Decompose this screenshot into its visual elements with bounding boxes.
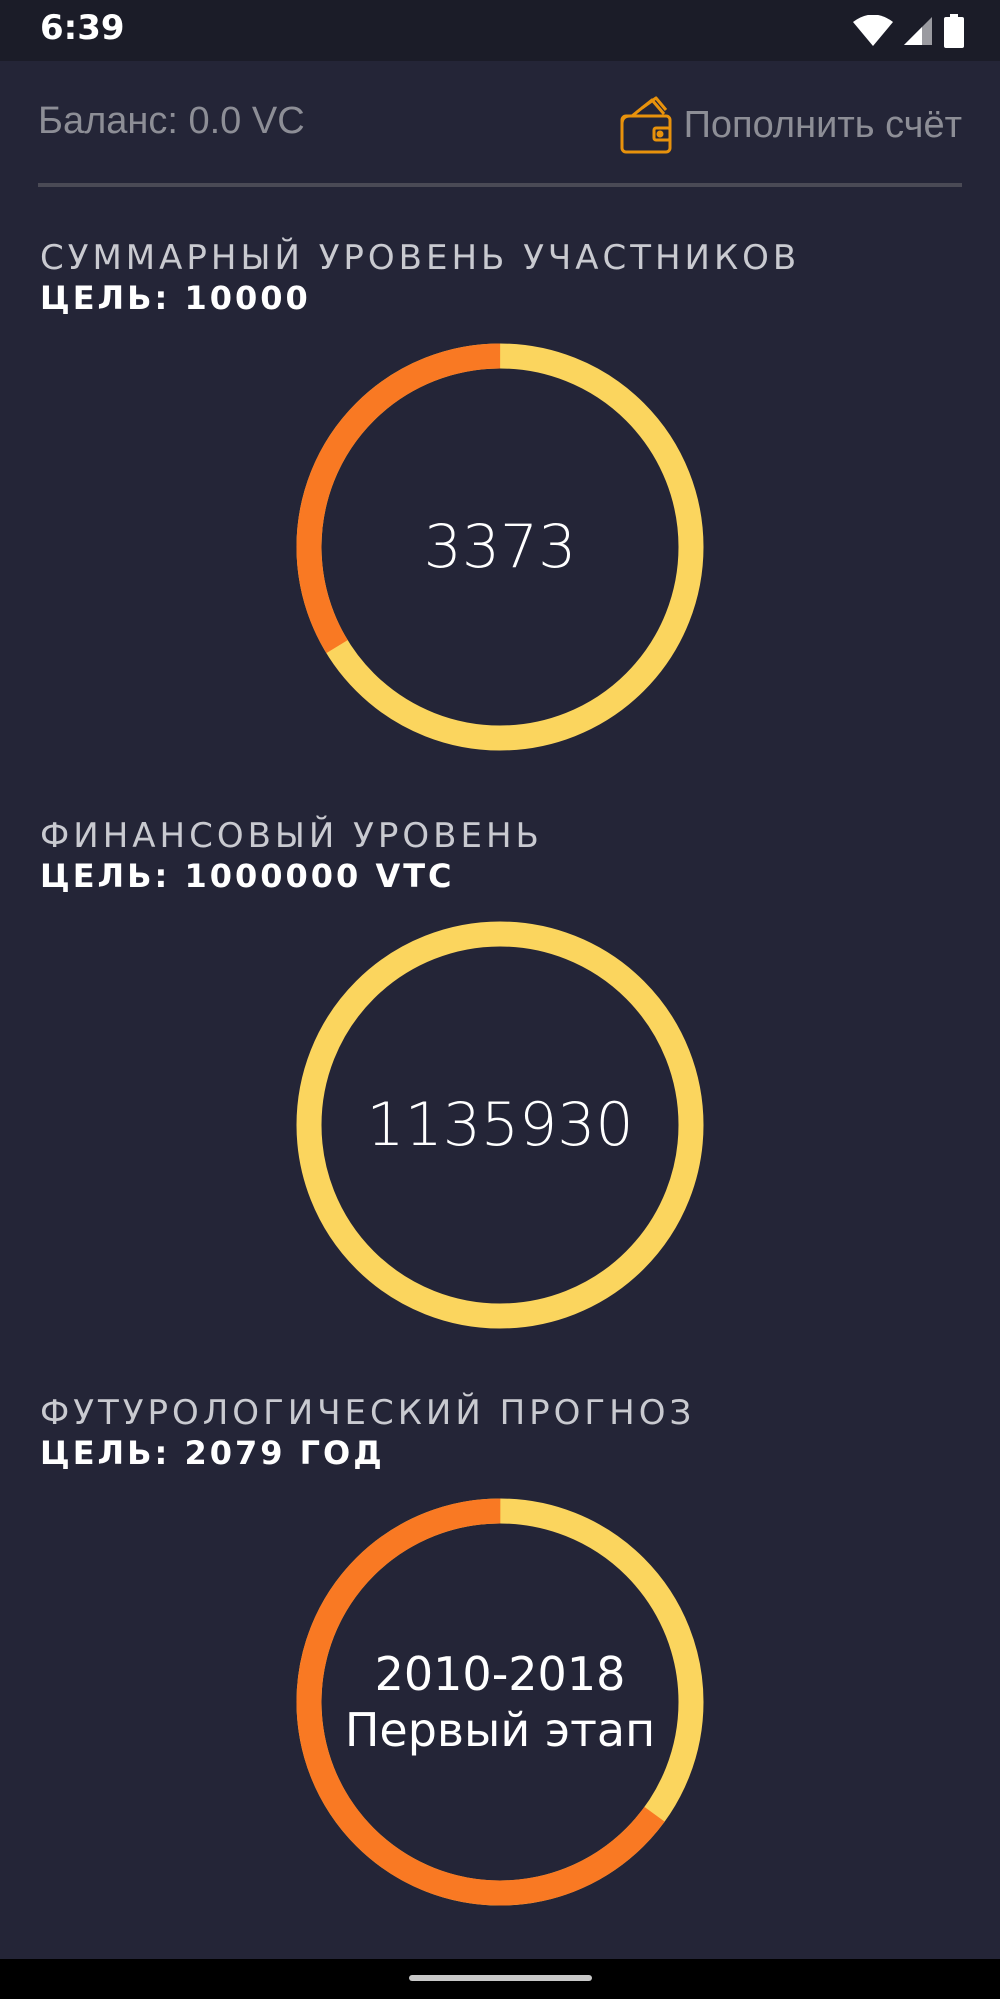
balance-label: Баланс: 0.0 VC bbox=[38, 100, 305, 142]
section-title: ФИНАНСОВЫЙ УРОВЕНЬ bbox=[40, 816, 543, 856]
section-goal: ЦЕЛЬ: 1000000 VTC bbox=[40, 857, 455, 895]
ring-stage: Первый этап bbox=[344, 1703, 656, 1757]
divider bbox=[38, 183, 962, 187]
status-bar: 6:39 bbox=[0, 0, 1000, 61]
home-gesture-handle[interactable] bbox=[409, 1975, 592, 1981]
progress-ring: 2010-2018 Первый этап bbox=[296, 1498, 704, 1906]
section-goal: ЦЕЛЬ: 2079 ГОД bbox=[40, 1434, 385, 1472]
ring-center: 1135930 bbox=[296, 921, 704, 1329]
status-time: 6:39 bbox=[40, 8, 125, 48]
ring-center: 3373 bbox=[296, 343, 704, 751]
signal-icon bbox=[904, 17, 932, 45]
wifi-icon bbox=[853, 15, 893, 46]
section-title: СУММАРНЫЙ УРОВЕНЬ УЧАСТНИКОВ bbox=[40, 238, 801, 278]
section-futurology-forecast: ФУТУРОЛОГИЧЕСКИЙ ПРОГНОЗ ЦЕЛЬ: 2079 ГОД … bbox=[0, 1393, 1000, 1913]
topup-label: Пополнить счёт bbox=[683, 103, 962, 146]
header: Баланс: 0.0 VC Пополнить счёт bbox=[38, 90, 962, 160]
topup-button[interactable]: Пополнить счёт bbox=[618, 90, 962, 160]
progress-ring: 1135930 bbox=[296, 921, 704, 1329]
ring-period: 2010-2018 bbox=[374, 1647, 626, 1701]
ring-center: 2010-2018 Первый этап bbox=[296, 1498, 704, 1906]
ring-value: 1135930 bbox=[366, 1090, 634, 1160]
section-title: ФУТУРОЛОГИЧЕСКИЙ ПРОГНОЗ bbox=[40, 1393, 696, 1433]
navigation-bar bbox=[0, 1959, 1000, 1999]
ring-value: 3373 bbox=[423, 512, 577, 582]
section-financial-level: ФИНАНСОВЫЙ УРОВЕНЬ ЦЕЛЬ: 1000000 VTC 113… bbox=[0, 816, 1000, 1336]
section-goal: ЦЕЛЬ: 10000 bbox=[40, 279, 311, 317]
wallet-icon bbox=[620, 96, 672, 154]
section-participants-level: СУММАРНЫЙ УРОВЕНЬ УЧАСТНИКОВ ЦЕЛЬ: 10000… bbox=[0, 238, 1000, 758]
battery-icon bbox=[944, 14, 964, 48]
status-icons bbox=[852, 13, 964, 49]
progress-ring: 3373 bbox=[296, 343, 704, 751]
